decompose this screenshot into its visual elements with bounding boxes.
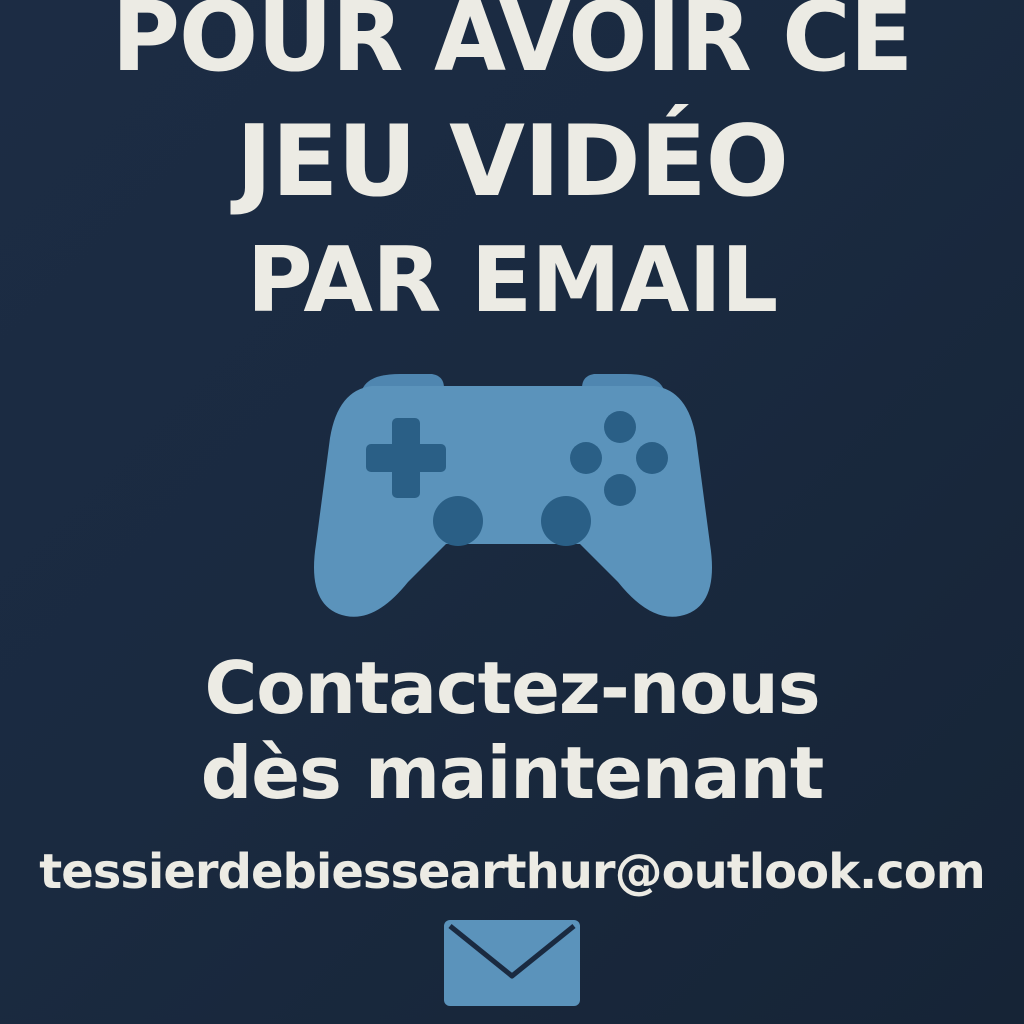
headline-line-1: POUR AVOIR CE [111, 0, 914, 93]
gamepad-icon [314, 374, 712, 617]
headline-line-3: PAR EMAIL [246, 228, 779, 333]
envelope-icon [444, 920, 580, 1006]
contact-email[interactable]: tessierdebiessearthur@outlook.com [0, 843, 1024, 901]
subtitle-line-2: dès maintenant [200, 731, 825, 815]
headline-line-2: JEU VIDÉO [235, 105, 789, 219]
poster: POUR AVOIR CE JEU VIDÉO PAR EMAIL Contac… [0, 0, 1024, 1024]
subtitle-line-1: Contactez-nous [204, 646, 820, 730]
